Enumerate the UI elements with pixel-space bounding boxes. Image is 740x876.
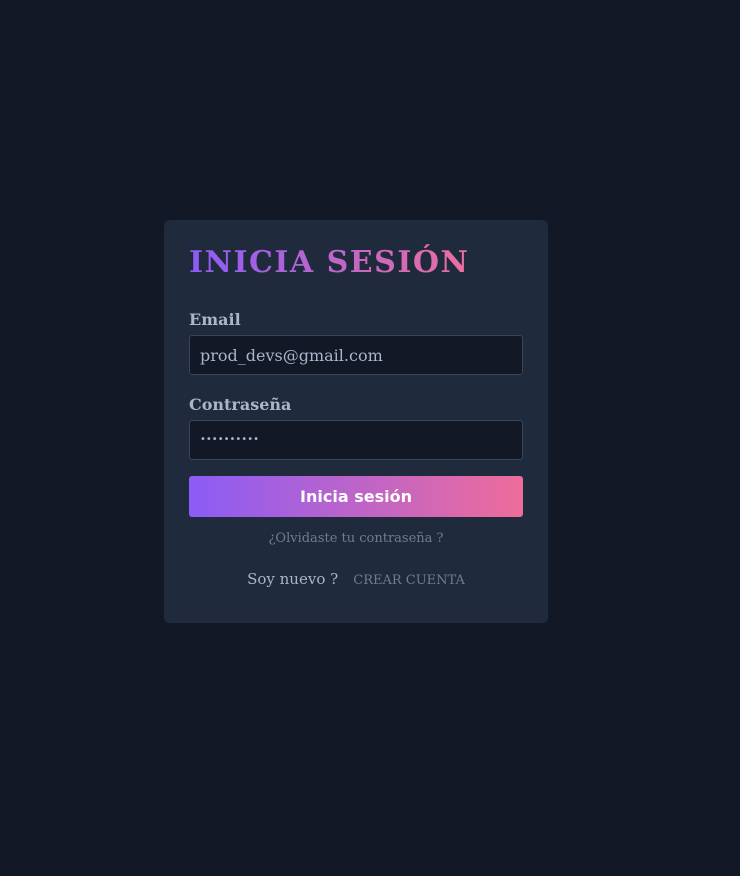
password-label: Contraseña [189, 395, 292, 414]
forgot-password-link[interactable]: ¿Olvidaste tu contraseña ? [189, 530, 523, 547]
login-button[interactable]: Inicia sesión [189, 476, 523, 517]
email-input[interactable] [189, 335, 523, 375]
signup-row: Soy nuevo ? CREAR CUENTA [189, 569, 523, 591]
email-label: Email [189, 310, 241, 329]
create-account-link[interactable]: CREAR CUENTA [353, 573, 465, 588]
login-card: INICIA SESIÓN Email Contraseña •••••••••… [164, 220, 548, 623]
password-input[interactable]: •••••••••• [189, 420, 523, 460]
new-user-text: Soy nuevo ? [247, 570, 339, 588]
login-title: INICIA SESIÓN [189, 245, 470, 280]
